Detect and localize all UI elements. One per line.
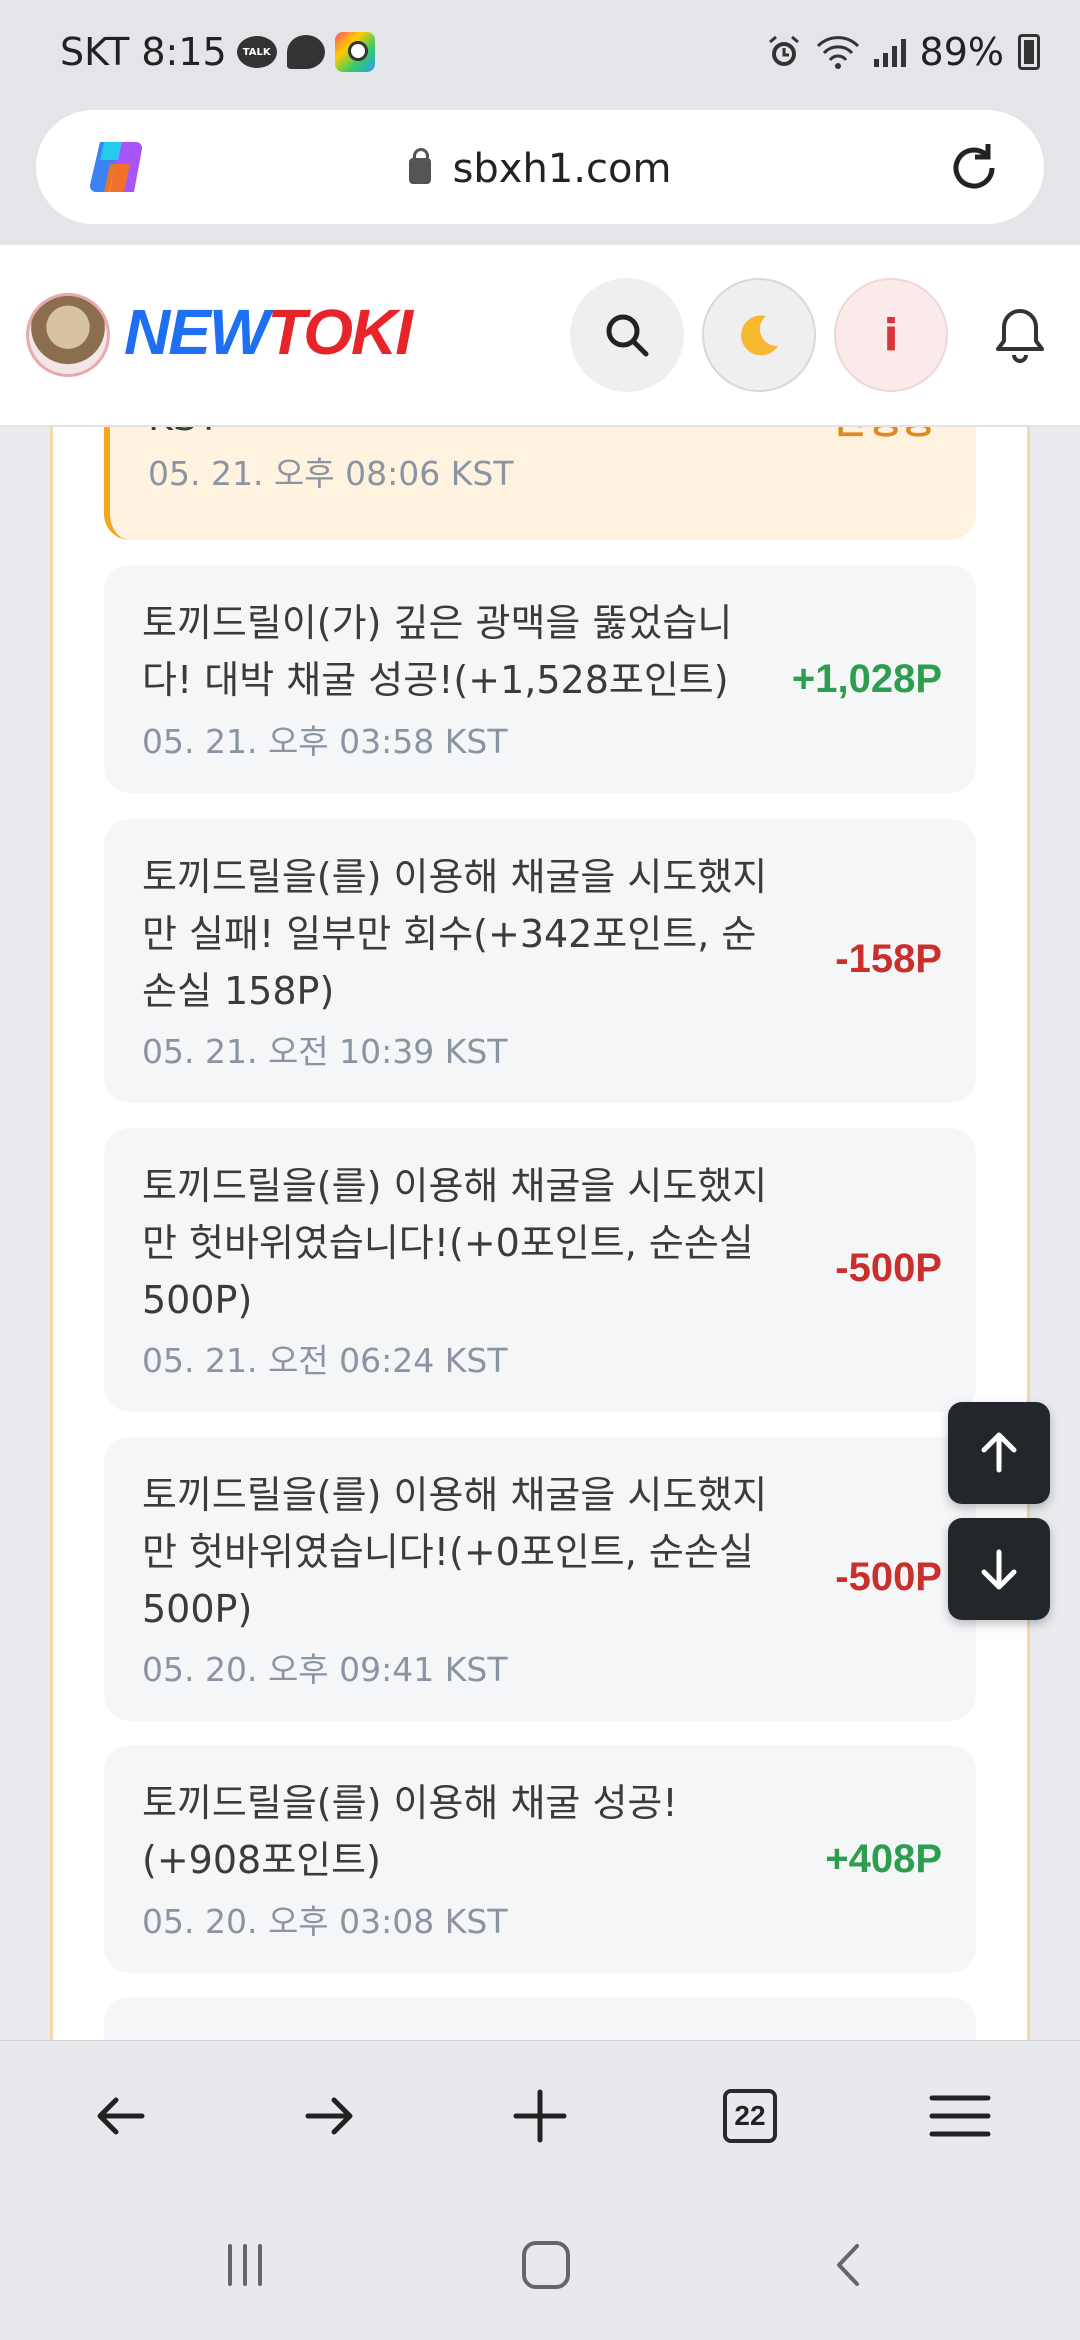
logo-toki: TOKI (267, 296, 413, 368)
entry-amount: -158P (835, 937, 942, 981)
site-header: NEWTOKI i (0, 245, 1080, 427)
kakaotalk-icon: TALK (236, 36, 277, 68)
forward-button[interactable] (290, 2076, 370, 2156)
battery-icon (1018, 34, 1040, 70)
back-button[interactable] (80, 2076, 160, 2156)
lock-icon (408, 148, 431, 184)
entry-amount: +408P (825, 1837, 942, 1881)
entry-text: 토끼드릴이(가) 깊은 광맥을 뚫었습니다! 대박 채굴 성공!(+1,528포… (142, 601, 733, 702)
entry-date: 05. 20. 오후 03:08 KST (142, 1902, 508, 1941)
bell-icon[interactable] (988, 303, 1052, 367)
list-item[interactable]: 토끼드릴을(를) 이용해 채굴 성공!(+908포인트) 05. 20. 오후 … (104, 1745, 976, 1973)
battery-percent: 89% (919, 30, 1004, 74)
list-item[interactable]: 토끼드릴을(를) 이용해 채굴을 시도했지만 헛바위였습니다!(+0포인트, 순… (104, 1128, 976, 1412)
info-button[interactable]: i (834, 278, 948, 392)
address-bar[interactable]: sbxh1.com (36, 110, 1044, 224)
info-icon: i (883, 309, 899, 361)
theme-toggle-button[interactable] (702, 278, 816, 392)
scroll-bottom-button[interactable] (948, 1518, 1050, 1620)
nav-back-icon (837, 2244, 859, 2286)
browser-url-area: sbxh1.com (0, 110, 1080, 245)
recent-apps-icon (228, 2244, 262, 2286)
url-display[interactable]: sbxh1.com (36, 146, 1044, 192)
list-item[interactable] (104, 1997, 976, 2040)
entry-date: 05. 21. 오전 06:24 KST (142, 1341, 508, 1380)
menu-button[interactable] (920, 2076, 1000, 2156)
list-item-in-progress[interactable]: KST 진행중 05. 21. 오후 08:06 KST (104, 427, 976, 540)
entry-amount: +1,028P (791, 657, 942, 701)
menu-icon (929, 2095, 991, 2137)
entry-date: 05. 21. 오후 03:58 KST (142, 722, 508, 761)
arrow-up-icon (981, 1432, 1017, 1473)
home-icon (522, 2241, 570, 2289)
entry-text: 토끼드릴을(를) 이용해 채굴을 시도했지만 헛바위였습니다!(+0포인트, 순… (142, 1164, 768, 1322)
url-text: sbxh1.com (452, 146, 672, 192)
entry-amount: -500P (835, 1246, 942, 1290)
new-tab-button[interactable] (500, 2076, 580, 2156)
back-icon (97, 2097, 145, 2135)
tabs-button[interactable]: 22 (710, 2076, 790, 2156)
entry-text: 토끼드릴을(를) 이용해 채굴을 시도했지만 헛바위였습니다!(+0포인트, 순… (142, 1473, 768, 1631)
list-item[interactable]: 토끼드릴을(를) 이용해 채굴을 시도했지만 실패! 일부만 회수(+342포인… (104, 819, 976, 1103)
list-item[interactable]: 토끼드릴이(가) 깊은 광맥을 뚫었습니다! 대박 채굴 성공!(+1,528포… (104, 565, 976, 793)
site-logo[interactable]: NEWTOKI (124, 295, 413, 369)
moon-icon (741, 315, 778, 356)
home-button[interactable] (506, 2230, 586, 2300)
entry-text: 토끼드릴을(를) 이용해 채굴을 시도했지만 실패! 일부만 회수(+342포인… (142, 855, 768, 1013)
entry-date: 05. 21. 오전 10:39 KST (142, 1032, 508, 1071)
status-badge: 진행중 (831, 427, 936, 444)
alarm-icon (768, 35, 799, 66)
content-area: KST 진행중 05. 21. 오후 08:06 KST 토끼드릴이(가) 깊은… (0, 427, 1080, 2040)
recent-apps-button[interactable] (205, 2230, 285, 2300)
entry-date: 05. 20. 오후 09:41 KST (142, 1650, 508, 1689)
logo-new: NEW (124, 296, 269, 368)
browser-toolbar: 22 (0, 2040, 1080, 2190)
chat-icon (286, 35, 325, 69)
system-back-button[interactable] (810, 2230, 890, 2300)
entry-text: 토끼드릴을(를) 이용해 채굴 성공!(+908포인트) (142, 1781, 678, 1882)
entry-amount: -500P (835, 1555, 942, 1599)
map-icon (334, 32, 375, 72)
signal-icon (873, 37, 906, 67)
entry-text-fragment: KST (148, 427, 788, 446)
forward-icon (305, 2097, 353, 2135)
reload-icon[interactable] (944, 138, 1004, 198)
logo-avatar[interactable] (26, 293, 110, 377)
search-button[interactable] (570, 278, 684, 392)
entry-date: 05. 21. 오후 08:06 KST (148, 454, 514, 493)
list-item[interactable]: 토끼드릴을(를) 이용해 채굴을 시도했지만 헛바위였습니다!(+0포인트, 순… (104, 1437, 976, 1721)
carrier-time: SKT 8:15 (60, 30, 227, 74)
scroll-top-button[interactable] (948, 1402, 1050, 1504)
plus-icon (513, 2089, 567, 2143)
status-bar: SKT 8:15 TALK 89% (0, 0, 1080, 110)
tabs-icon: 22 (723, 2089, 777, 2143)
wifi-icon (816, 36, 859, 69)
search-icon (606, 314, 649, 357)
arrow-down-icon (981, 1549, 1017, 1590)
system-nav-bar (0, 2190, 1080, 2340)
